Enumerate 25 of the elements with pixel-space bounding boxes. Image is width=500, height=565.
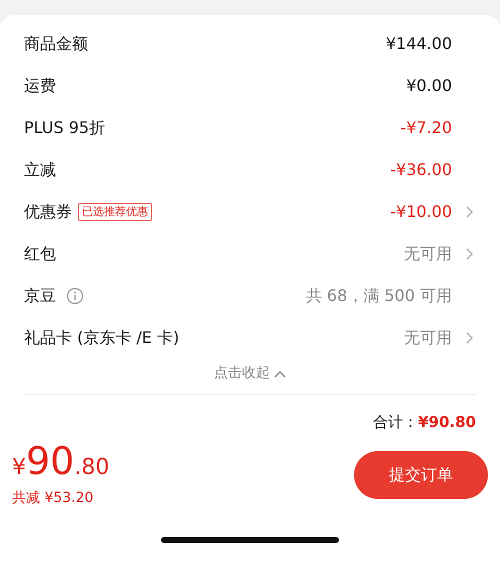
row-label: PLUS 95折 — [24, 117, 106, 139]
row-value: 无可用 — [404, 243, 452, 265]
info-icon[interactable] — [66, 287, 84, 305]
row-label: 京豆 — [24, 285, 56, 307]
row-label: 礼品卡 (京东卡 /E 卡) — [24, 327, 180, 349]
recommended-tag: 已选推荐优惠 — [78, 203, 152, 221]
row-label: 红包 — [24, 243, 56, 265]
saved-amount: 共减 ¥53.20 — [12, 488, 94, 508]
submit-order-button[interactable]: 提交订单 — [354, 451, 488, 499]
total-amount: ¥90.80 — [418, 412, 476, 433]
row-value: ¥0.00 — [406, 75, 452, 97]
row-label: 优惠券 — [24, 201, 72, 223]
row-value: 共 68，满 500 可用 — [306, 285, 452, 307]
row-value: -¥7.20 — [400, 117, 452, 139]
row-label: 立减 — [24, 159, 56, 181]
row-label: 商品金额 — [24, 33, 88, 55]
total-label: 合计： — [373, 412, 418, 433]
collapse-link[interactable]: 点击收起 — [214, 363, 270, 384]
caret-up-icon — [274, 370, 286, 378]
row-value: -¥36.00 — [390, 159, 452, 181]
row-value: -¥10.00 — [390, 201, 452, 223]
row-value: 无可用 — [404, 327, 452, 349]
final-price: ¥90.80 — [12, 442, 110, 484]
row-value: ¥144.00 — [386, 33, 452, 55]
row-label: 运费 — [24, 75, 56, 97]
